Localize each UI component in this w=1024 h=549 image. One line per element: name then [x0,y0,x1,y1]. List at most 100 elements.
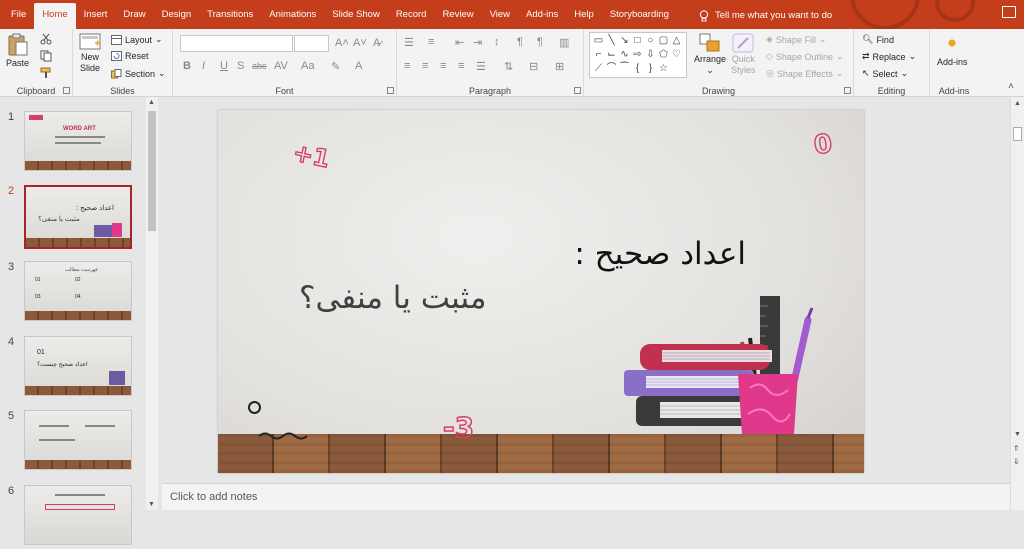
text-direction-icon[interactable]: ⇅ [504,60,513,73]
bold-icon[interactable]: B [183,60,191,72]
tab-review[interactable]: Review [434,3,481,29]
shapes-gallery[interactable]: ▭ ╲ ↘ □ ○ ▢ △ ⌐ ⌙ ∿ ⇨ ⇩ ⬠ ♡ ⟋ ⌒ ⁀{} ☆ [589,32,687,78]
slide-subtitle[interactable]: مثبت یا منفی؟ [299,280,486,316]
shape-outline-button[interactable]: ◇ Shape Outline ⌄ [766,51,844,62]
collapse-ribbon-icon[interactable]: ˄ [1008,81,1014,92]
tab-file[interactable]: File [3,3,34,29]
tab-record[interactable]: Record [388,3,435,29]
shape-triangle-icon[interactable]: △ [670,34,683,48]
replace-button[interactable]: ⇄ Replace ⌄ [862,51,916,62]
font-size-input[interactable] [294,35,329,52]
shape-heart-icon[interactable]: ♡ [670,48,683,62]
previous-slide-icon[interactable]: ⇑ [1013,444,1020,453]
underline-icon[interactable]: U [220,60,228,72]
scrollbar-thumb[interactable] [1013,127,1022,141]
align-left-icon[interactable]: ≡ [404,60,410,72]
find-button[interactable]: 🔍︎ Find [862,34,894,45]
shape-arrow-icon[interactable]: ↘ [618,34,631,48]
ltr-icon[interactable]: ¶ [537,36,543,48]
shape-textbox-icon[interactable]: ▭ [592,34,605,48]
shape-right-arrow-icon[interactable]: ⇨ [631,48,644,62]
decrease-indent-icon[interactable]: ⇤ [455,36,464,49]
quick-styles-button[interactable]: Quick Styles [731,33,756,75]
tab-insert[interactable]: Insert [76,3,116,29]
tab-transitions[interactable]: Transitions [199,3,261,29]
shape-brace-left-icon[interactable]: { [631,62,644,76]
shape-rounded-rect-icon[interactable]: ▢ [657,34,670,48]
format-painter-icon[interactable] [40,67,52,79]
cut-icon[interactable] [40,33,52,45]
shape-down-arrow-icon[interactable]: ⇩ [644,48,657,62]
scroll-down-icon[interactable]: ▼ [148,501,155,508]
distributed-icon[interactable]: ☰ [476,60,486,73]
paragraph-launcher-icon[interactable] [574,87,581,94]
drawing-launcher-icon[interactable] [844,87,851,94]
numbering-icon[interactable]: ≡ [428,36,434,48]
bullets-icon[interactable]: ☰ [404,36,414,49]
next-slide-icon[interactable]: ⇓ [1013,457,1020,466]
shape-star-icon[interactable]: ☆ [657,62,670,76]
thumbnail-3[interactable]: 3 فهرست مطالب 01 02 03 04 [0,261,146,325]
decrease-font-size-icon[interactable]: A˅ [353,37,367,49]
shape-effects-button[interactable]: ◎ Shape Effects ⌄ [766,68,843,79]
thumbnail-scrollbar[interactable]: ▲ ▼ [146,97,158,510]
comments-icon[interactable] [1002,6,1016,18]
shape-rect-icon[interactable]: □ [631,34,644,48]
select-button[interactable]: ↖ Select ⌄ [862,68,908,79]
character-spacing-icon[interactable]: AV [274,60,288,72]
shape-oval-icon[interactable]: ○ [644,34,657,48]
thumbnail-4[interactable]: 4 01 اعداد صحیح چیست؟ [0,336,146,400]
font-launcher-icon[interactable] [387,87,394,94]
columns-icon[interactable]: ▥ [559,36,569,49]
thumbnail-6[interactable]: 6 [0,485,146,549]
shape-fill-button[interactable]: ◈ Shape Fill ⌄ [766,34,827,45]
tab-view[interactable]: View [482,3,518,29]
tab-draw[interactable]: Draw [115,3,153,29]
slide-title[interactable]: اعداد صحیح : [574,236,746,272]
thumbnail-1[interactable]: 1 WORD ART [0,111,146,175]
shape-arc-icon[interactable]: ⌒ [605,62,618,76]
smartart-icon[interactable]: ⊞ [555,60,564,73]
tab-design[interactable]: Design [154,3,200,29]
italic-icon[interactable]: I [202,60,205,72]
strikethrough-icon[interactable]: abc [252,61,267,71]
justify-icon[interactable]: ≡ [458,60,464,72]
layout-button[interactable]: Layout ⌄ [111,34,163,45]
shape-elbow-icon[interactable]: ⌙ [605,48,618,62]
editor-scrollbar[interactable]: ▲ ▼ ⇑ ⇓ [1010,97,1024,510]
highlight-icon[interactable]: ✎ [331,60,340,73]
shape-freeform-icon[interactable]: ⟋ [592,62,605,76]
increase-font-size-icon[interactable]: A˄ [335,37,349,49]
shape-brace-right-icon[interactable]: } [644,62,657,76]
font-family-input[interactable] [180,35,293,52]
arrange-button[interactable]: Arrange ⌄ [694,33,726,75]
font-color-icon[interactable]: A [355,60,362,72]
slide-canvas[interactable]: +1 0 -3 اعداد صحیح : مثبت یا منفی؟ [218,110,864,473]
clear-formatting-icon[interactable]: A̷ [373,37,380,49]
rtl-icon[interactable]: ¶ [517,36,523,48]
change-case-icon[interactable]: Aa [301,60,314,72]
scroll-up-icon[interactable]: ▲ [1014,100,1021,107]
align-text-icon[interactable]: ⊟ [529,60,538,73]
thumbnail-2[interactable]: 2 اعداد صحیح : مثبت یا منفی؟ [0,185,146,249]
tell-me-box[interactable]: Tell me what you want to do [691,3,840,29]
align-center-icon[interactable]: ≡ [422,60,428,72]
scroll-up-icon[interactable]: ▲ [148,99,155,106]
line-spacing-icon[interactable]: ↕ [494,36,500,48]
shadow-icon[interactable]: S [237,60,244,72]
reset-button[interactable]: Reset [111,51,149,61]
new-slide-button[interactable]: New Slide [79,33,101,73]
tab-slide-show[interactable]: Slide Show [324,3,388,29]
clipboard-launcher-icon[interactable] [63,87,70,94]
tab-animations[interactable]: Animations [261,3,324,29]
scrollbar-thumb[interactable] [148,111,156,231]
align-right-icon[interactable]: ≡ [440,60,446,72]
addins-button[interactable]: Add-ins [937,36,968,67]
scroll-down-icon[interactable]: ▼ [1014,431,1021,438]
tab-add-ins[interactable]: Add-ins [518,3,566,29]
shape-line-icon[interactable]: ╲ [605,34,618,48]
shape-connector-icon[interactable]: ⌐ [592,48,605,62]
copy-icon[interactable] [40,50,52,62]
shape-curve-icon[interactable]: ∿ [618,48,631,62]
increase-indent-icon[interactable]: ⇥ [473,36,482,49]
